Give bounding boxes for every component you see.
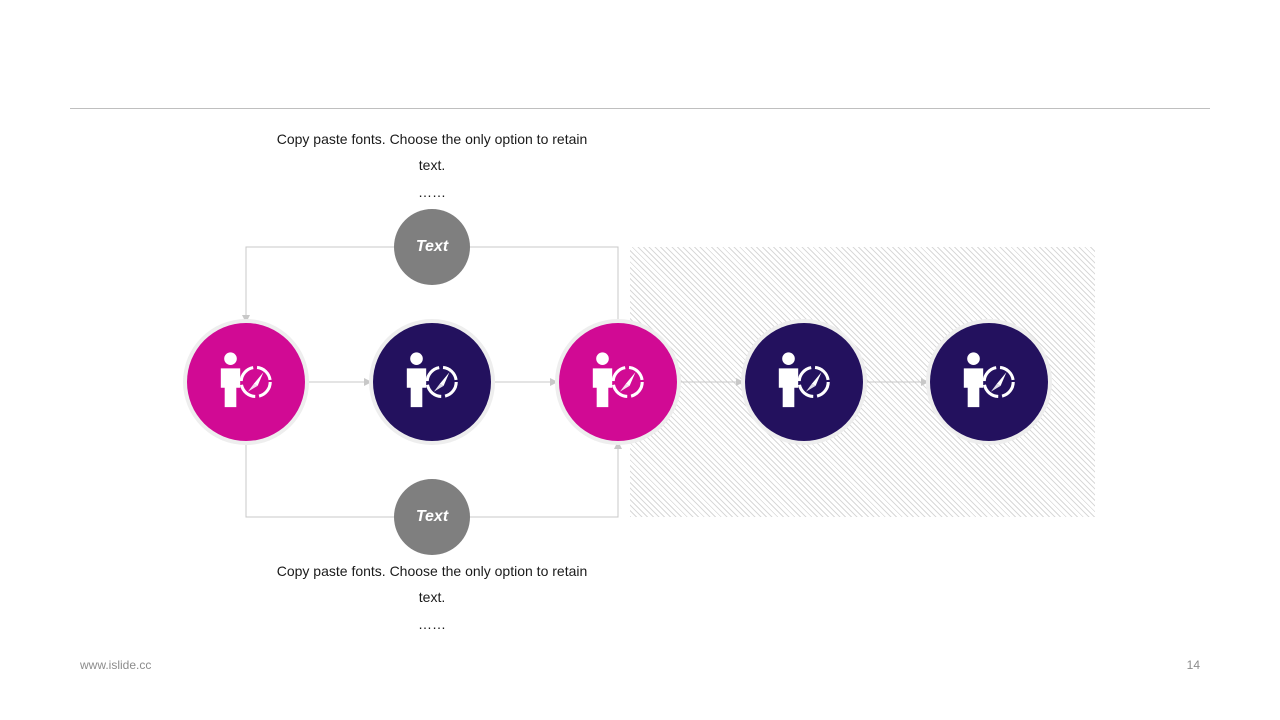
top-note-ellipsis: …… (418, 184, 446, 200)
step-node-3 (559, 323, 677, 441)
footer-website[interactable]: www.islide.cc (80, 658, 151, 672)
page-number: 14 (1186, 658, 1200, 672)
businessman-compass-icon (215, 349, 277, 416)
bottom-note-ellipsis: …… (418, 616, 446, 632)
top-note-text: Copy paste fonts. Choose the only option… (276, 131, 588, 173)
businessman-compass-icon (958, 349, 1020, 416)
step-node-2 (373, 323, 491, 441)
businessman-compass-icon (773, 349, 835, 416)
step-node-5 (930, 323, 1048, 441)
businessman-compass-icon (587, 349, 649, 416)
businessman-compass-icon (401, 349, 463, 416)
step-node-4 (745, 323, 863, 441)
top-text-label: Text (394, 209, 470, 285)
bottom-note-text: Copy paste fonts. Choose the only option… (276, 563, 588, 605)
bottom-note: Copy paste fonts. Choose the only option… (272, 558, 592, 638)
step-node-1 (187, 323, 305, 441)
top-note: Copy paste fonts. Choose the only option… (272, 126, 592, 206)
bottom-text-label: Text (394, 479, 470, 555)
